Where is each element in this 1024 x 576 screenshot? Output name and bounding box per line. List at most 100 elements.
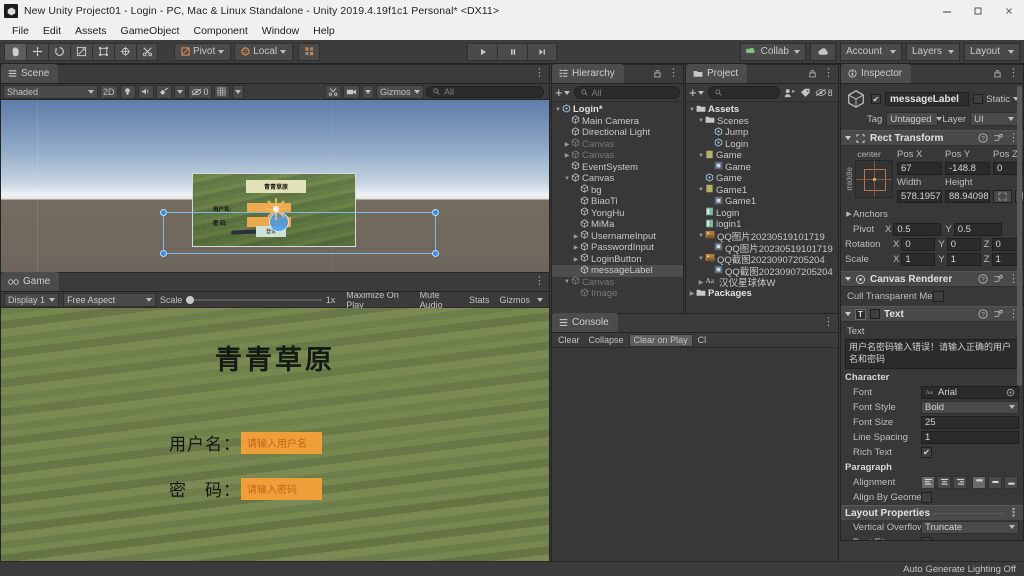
chevron-down-icon[interactable] xyxy=(948,49,954,54)
grid-snap-button[interactable] xyxy=(298,42,321,61)
preset-icon[interactable] xyxy=(993,309,1003,319)
pos-x-input[interactable]: 67 xyxy=(897,162,942,175)
game-password-input[interactable]: 请输入密码 xyxy=(241,477,322,500)
best-fit-checkbox[interactable] xyxy=(921,536,932,540)
layout-properties-kebab[interactable]: ⋮ xyxy=(1008,508,1019,519)
tab-game[interactable]: Game xyxy=(1,272,60,291)
close-button[interactable] xyxy=(993,0,1024,22)
layer-dropdown[interactable]: UI xyxy=(970,112,1019,126)
scene-audio-toggle[interactable] xyxy=(137,84,154,99)
tree-item-game[interactable]: Game xyxy=(686,173,838,185)
rot-x-input[interactable]: 0 xyxy=(901,237,936,251)
chevron-down-icon[interactable]: ▼ xyxy=(563,176,571,182)
text-component-enabled-checkbox[interactable] xyxy=(870,309,880,319)
pos-y-input[interactable]: -148.8 xyxy=(945,162,990,175)
local-toggle[interactable]: Local xyxy=(234,42,294,61)
align-by-geometry-checkbox[interactable] xyxy=(921,491,932,503)
account-button[interactable]: Account xyxy=(840,42,902,61)
chevron-down-icon[interactable] xyxy=(1008,49,1014,54)
chevron-down-icon[interactable] xyxy=(890,49,896,54)
chevron-down-icon[interactable]: ▼ xyxy=(697,233,705,239)
chevron-down-icon[interactable] xyxy=(280,49,287,54)
cull-transparent-checkbox[interactable] xyxy=(933,290,944,302)
scale-x-input[interactable]: 1 xyxy=(901,252,936,266)
console-clear-on-build-button[interactable]: Cl xyxy=(694,334,711,347)
chevron-down-icon[interactable]: ▼ xyxy=(697,118,705,124)
play-button[interactable] xyxy=(467,42,497,61)
static-checkbox[interactable] xyxy=(973,94,984,104)
chevron-right-icon[interactable]: ▶ xyxy=(572,233,580,240)
hand-tool[interactable] xyxy=(4,42,26,61)
tree-item-main-camera[interactable]: Main Camera xyxy=(552,115,683,128)
chevron-down-icon[interactable] xyxy=(234,89,241,94)
tree-item-game[interactable]: ▼ Game xyxy=(686,150,838,162)
menu-window[interactable]: Window xyxy=(255,22,306,40)
text-component-header[interactable]: T Text ? ⋮ xyxy=(841,306,1023,322)
game-gizmos[interactable]: Gizmos xyxy=(496,295,533,305)
tree-item-canvas[interactable]: ▶ Canvas xyxy=(552,138,683,151)
selection-handle-br[interactable] xyxy=(432,250,439,257)
layout-button[interactable]: Layout xyxy=(964,42,1020,61)
menu-help[interactable]: Help xyxy=(306,22,342,40)
chevron-down-icon[interactable] xyxy=(845,312,851,316)
align-center-button[interactable] xyxy=(937,475,951,489)
cloud-button[interactable] xyxy=(810,42,836,61)
tab-scene[interactable]: Scene xyxy=(1,64,59,83)
chevron-down-icon[interactable] xyxy=(697,90,704,95)
tree-item-messagelabel[interactable]: messageLabel xyxy=(552,265,683,277)
menu-component[interactable]: Component xyxy=(186,22,254,40)
chevron-down-icon[interactable]: ▼ xyxy=(697,187,705,193)
chevron-right-icon[interactable]: ▶ xyxy=(572,244,580,251)
tree-item-usernameinput[interactable]: ▶ UsernameInput xyxy=(552,230,683,243)
tree-item-mima[interactable]: MiMa xyxy=(552,219,683,231)
text-value-input[interactable]: 用户名密码输入错误！请输入正确的用户名和密码 xyxy=(845,339,1019,370)
selection-handle-tl[interactable] xyxy=(160,209,167,216)
tree-item-game[interactable]: Game xyxy=(686,162,838,174)
object-picker-icon[interactable] xyxy=(1006,388,1015,397)
chevron-right-icon[interactable]: ▶ xyxy=(563,141,571,148)
scene-shading-dropdown[interactable]: Shaded xyxy=(3,84,98,99)
tree-item-passwordinput[interactable]: ▶ PasswordInput xyxy=(552,242,683,254)
menu-file[interactable]: File xyxy=(5,22,36,40)
align-top-button[interactable] xyxy=(972,475,986,489)
chevron-down-icon[interactable] xyxy=(218,49,225,54)
tab-inspector[interactable]: Inspector xyxy=(841,64,912,83)
hierarchy-search-input[interactable]: All xyxy=(573,86,680,99)
project-favorites-count[interactable]: 8 xyxy=(815,88,833,98)
align-right-button[interactable] xyxy=(953,475,967,489)
scale-tool[interactable] xyxy=(70,42,92,61)
game-username-input[interactable]: 请输入用户名 xyxy=(241,431,322,454)
chevron-down-icon[interactable]: ▼ xyxy=(697,153,705,159)
layout-properties-bar[interactable]: Layout Properties ⋮ xyxy=(841,505,1023,520)
menu-gameobject[interactable]: GameObject xyxy=(114,22,187,40)
chevron-down-icon[interactable] xyxy=(176,89,183,94)
filter-by-type-icon[interactable] xyxy=(784,88,796,98)
chevron-down-icon[interactable] xyxy=(563,90,570,95)
line-spacing-input[interactable]: 1 xyxy=(921,430,1019,444)
scene-viewport[interactable]: 青青草原 用户名: 密 码: 登录 xyxy=(1,100,549,273)
chevron-down-icon[interactable] xyxy=(49,297,56,302)
tree-item-login[interactable]: Login xyxy=(686,208,838,220)
menu-assets[interactable]: Assets xyxy=(68,22,114,40)
chevron-down-icon[interactable]: ▼ xyxy=(688,107,696,113)
rect-transform-header[interactable]: Rect Transform ? ⋮ xyxy=(841,130,1023,146)
chevron-down-icon[interactable] xyxy=(414,89,420,94)
custom-editor-tool[interactable] xyxy=(136,42,158,61)
inspector-scrollbar[interactable] xyxy=(1017,86,1022,386)
menu-edit[interactable]: Edit xyxy=(36,22,68,40)
scene-gizmos-dropdown[interactable]: Gizmos xyxy=(376,84,424,99)
scene-grid-toggle[interactable] xyxy=(213,84,230,99)
tree-item-game1[interactable]: ▼ Game1 xyxy=(686,185,838,197)
tree-item-scenes[interactable]: ▼ Scenes xyxy=(686,116,838,128)
project-tree[interactable]: ▼ Assets ▼ Scenes Jump Login ▼ Game Game Game ▼ Gam… xyxy=(686,102,838,300)
font-style-dropdown[interactable]: Bold xyxy=(921,400,1019,414)
chevron-right-icon[interactable]: ▶ xyxy=(572,256,580,263)
font-size-input[interactable]: 25 xyxy=(921,415,1019,429)
tree-item-yonghu[interactable]: YongHu xyxy=(552,207,683,220)
game-aspect-dropdown[interactable]: Free Aspect xyxy=(63,292,156,307)
game-stats[interactable]: Stats xyxy=(466,295,493,305)
chevron-down-icon[interactable] xyxy=(1008,117,1015,121)
scene-grid-dropdown[interactable] xyxy=(231,84,244,99)
tree-item-jump[interactable]: Jump xyxy=(686,127,838,139)
width-input[interactable]: 578.1957 xyxy=(897,190,942,203)
